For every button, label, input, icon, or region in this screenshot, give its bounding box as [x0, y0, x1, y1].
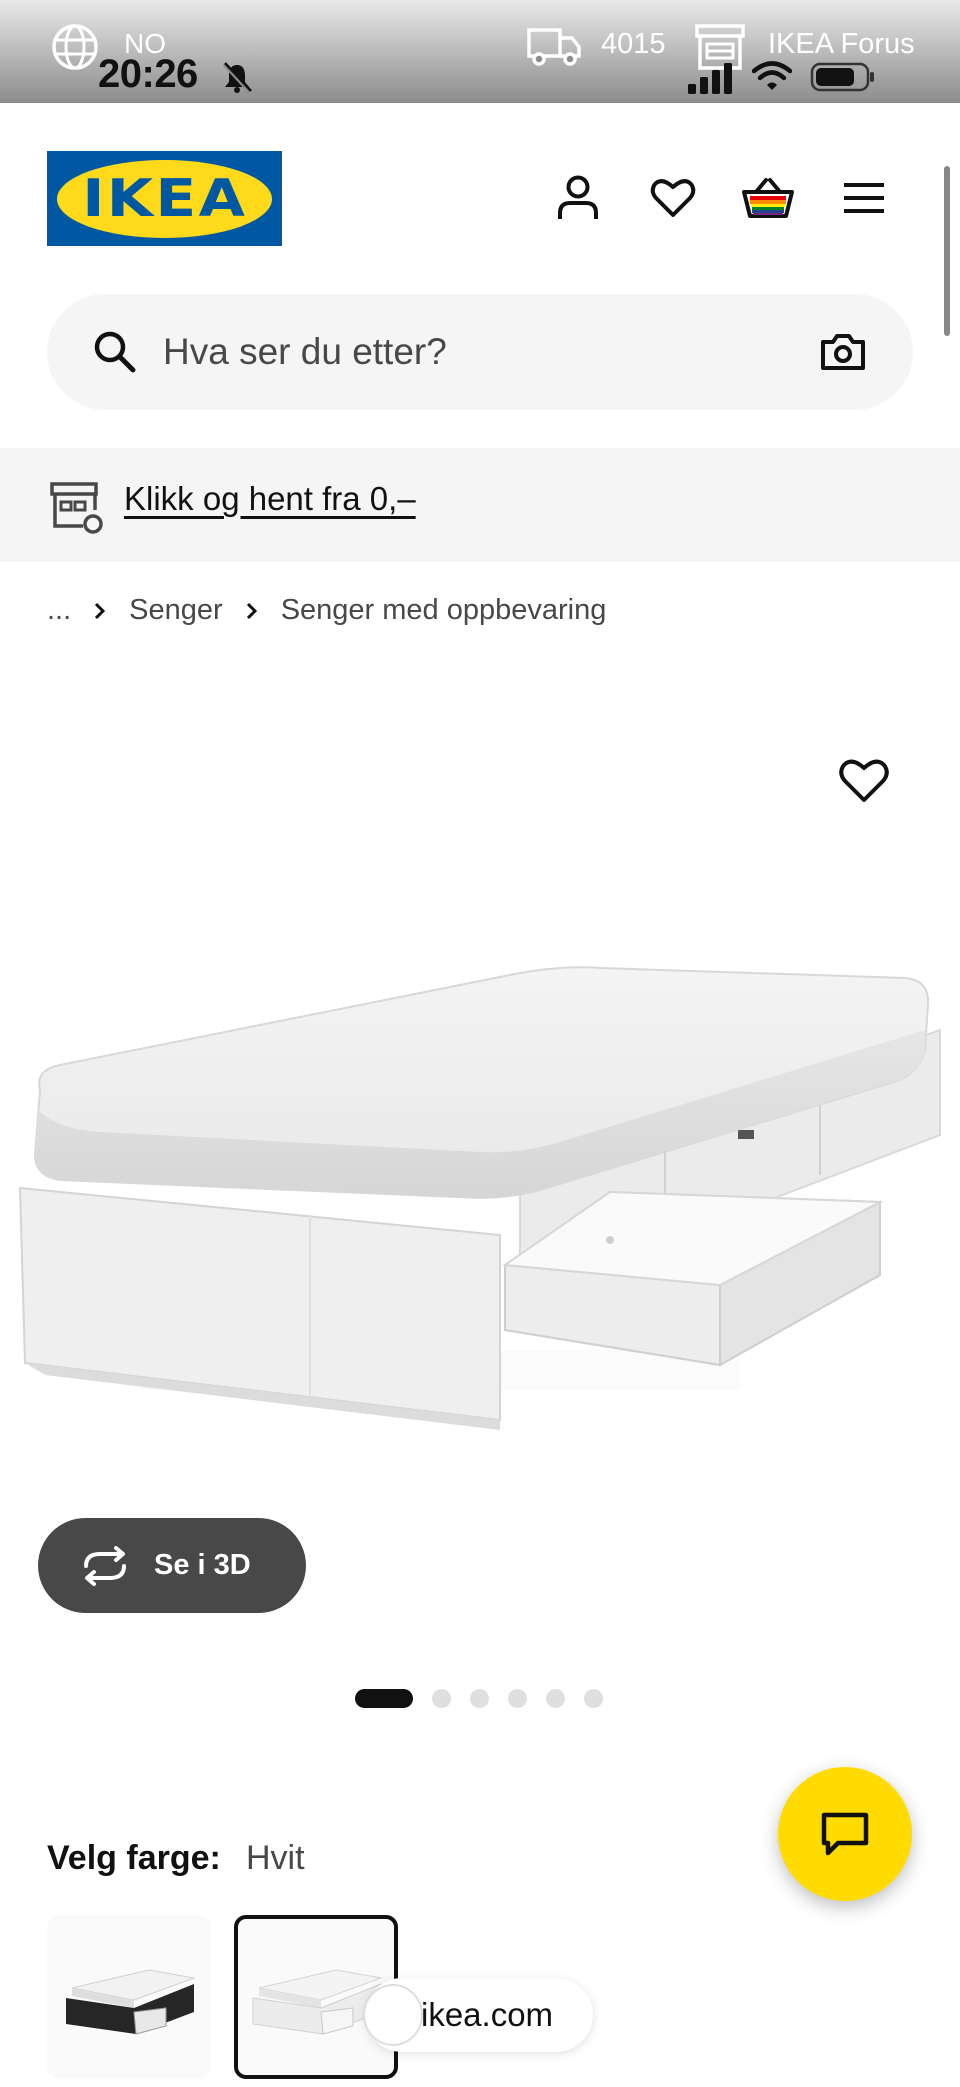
carousel-dot-3[interactable] [470, 1689, 489, 1708]
store-name[interactable]: IKEA Forus [768, 28, 915, 61]
search-bar[interactable] [47, 294, 913, 410]
search-input[interactable] [163, 322, 723, 382]
chat-button[interactable] [778, 1767, 912, 1901]
carousel-dot-2[interactable] [432, 1689, 451, 1708]
cellular-signal-icon [688, 63, 732, 94]
breadcrumb-ellipsis[interactable]: ... [47, 594, 71, 627]
breadcrumb: ... Senger Senger med oppbevaring [47, 594, 606, 627]
carousel-indicator [355, 1689, 603, 1708]
breadcrumb-senger-med-oppbevaring[interactable]: Senger med oppbevaring [281, 594, 607, 627]
chevron-right-icon [95, 602, 106, 619]
breadcrumb-senger[interactable]: Senger [129, 594, 223, 627]
camera-icon[interactable] [819, 328, 867, 376]
rotate-3d-icon [84, 1545, 126, 1586]
swatch-image-black-bed [66, 1969, 196, 2035]
logo-oval: IKEA [57, 159, 272, 238]
globe-icon[interactable] [50, 22, 100, 72]
color-selector-label: Velg farge: [47, 1839, 221, 1877]
page-scrollbar[interactable] [944, 166, 950, 336]
menu-icon[interactable] [837, 171, 891, 225]
ikea-logo[interactable]: IKEA [47, 151, 282, 246]
store-pickup-icon [50, 482, 103, 534]
color-selected-value: Hvit [246, 1839, 305, 1877]
bell-muted-icon [222, 62, 252, 94]
account-icon[interactable] [551, 171, 605, 225]
view-in-3d-button[interactable]: Se i 3D [38, 1518, 306, 1613]
url-loading-ring [363, 1984, 423, 2046]
browser-url-pill[interactable]: ikea.com [363, 1978, 593, 2052]
basket-icon[interactable] [741, 171, 795, 225]
url-text: ikea.com [421, 1996, 554, 2033]
status-bar: NO 20:26 4015 IKEA Forus [0, 0, 960, 103]
logo-text: IKEA [82, 168, 247, 229]
clock-time: 20:26 [98, 52, 198, 96]
postal-code[interactable]: 4015 [601, 28, 666, 61]
battery-icon [810, 62, 874, 92]
view-in-3d-label: Se i 3D [154, 1549, 251, 1581]
click-and-collect-banner: Klikk og hent fra 0,– [0, 448, 960, 562]
carousel-dot-4[interactable] [508, 1689, 527, 1708]
heart-icon[interactable] [646, 171, 700, 225]
carousel-dot-6[interactable] [584, 1689, 603, 1708]
chevron-right-icon [246, 602, 257, 619]
add-to-favourites-icon[interactable] [838, 756, 890, 808]
search-icon[interactable] [91, 328, 139, 376]
delivery-truck-icon[interactable] [526, 24, 582, 68]
carousel-dot-5[interactable] [546, 1689, 565, 1708]
color-swatch-black-white[interactable] [47, 1915, 211, 2079]
carousel-dot-1[interactable] [355, 1689, 413, 1708]
wifi-icon [752, 61, 792, 90]
click-and-collect-link[interactable]: Klikk og hent fra 0,– [124, 480, 416, 518]
product-image[interactable] [0, 880, 960, 1440]
chat-bubble-icon [821, 1812, 869, 1856]
